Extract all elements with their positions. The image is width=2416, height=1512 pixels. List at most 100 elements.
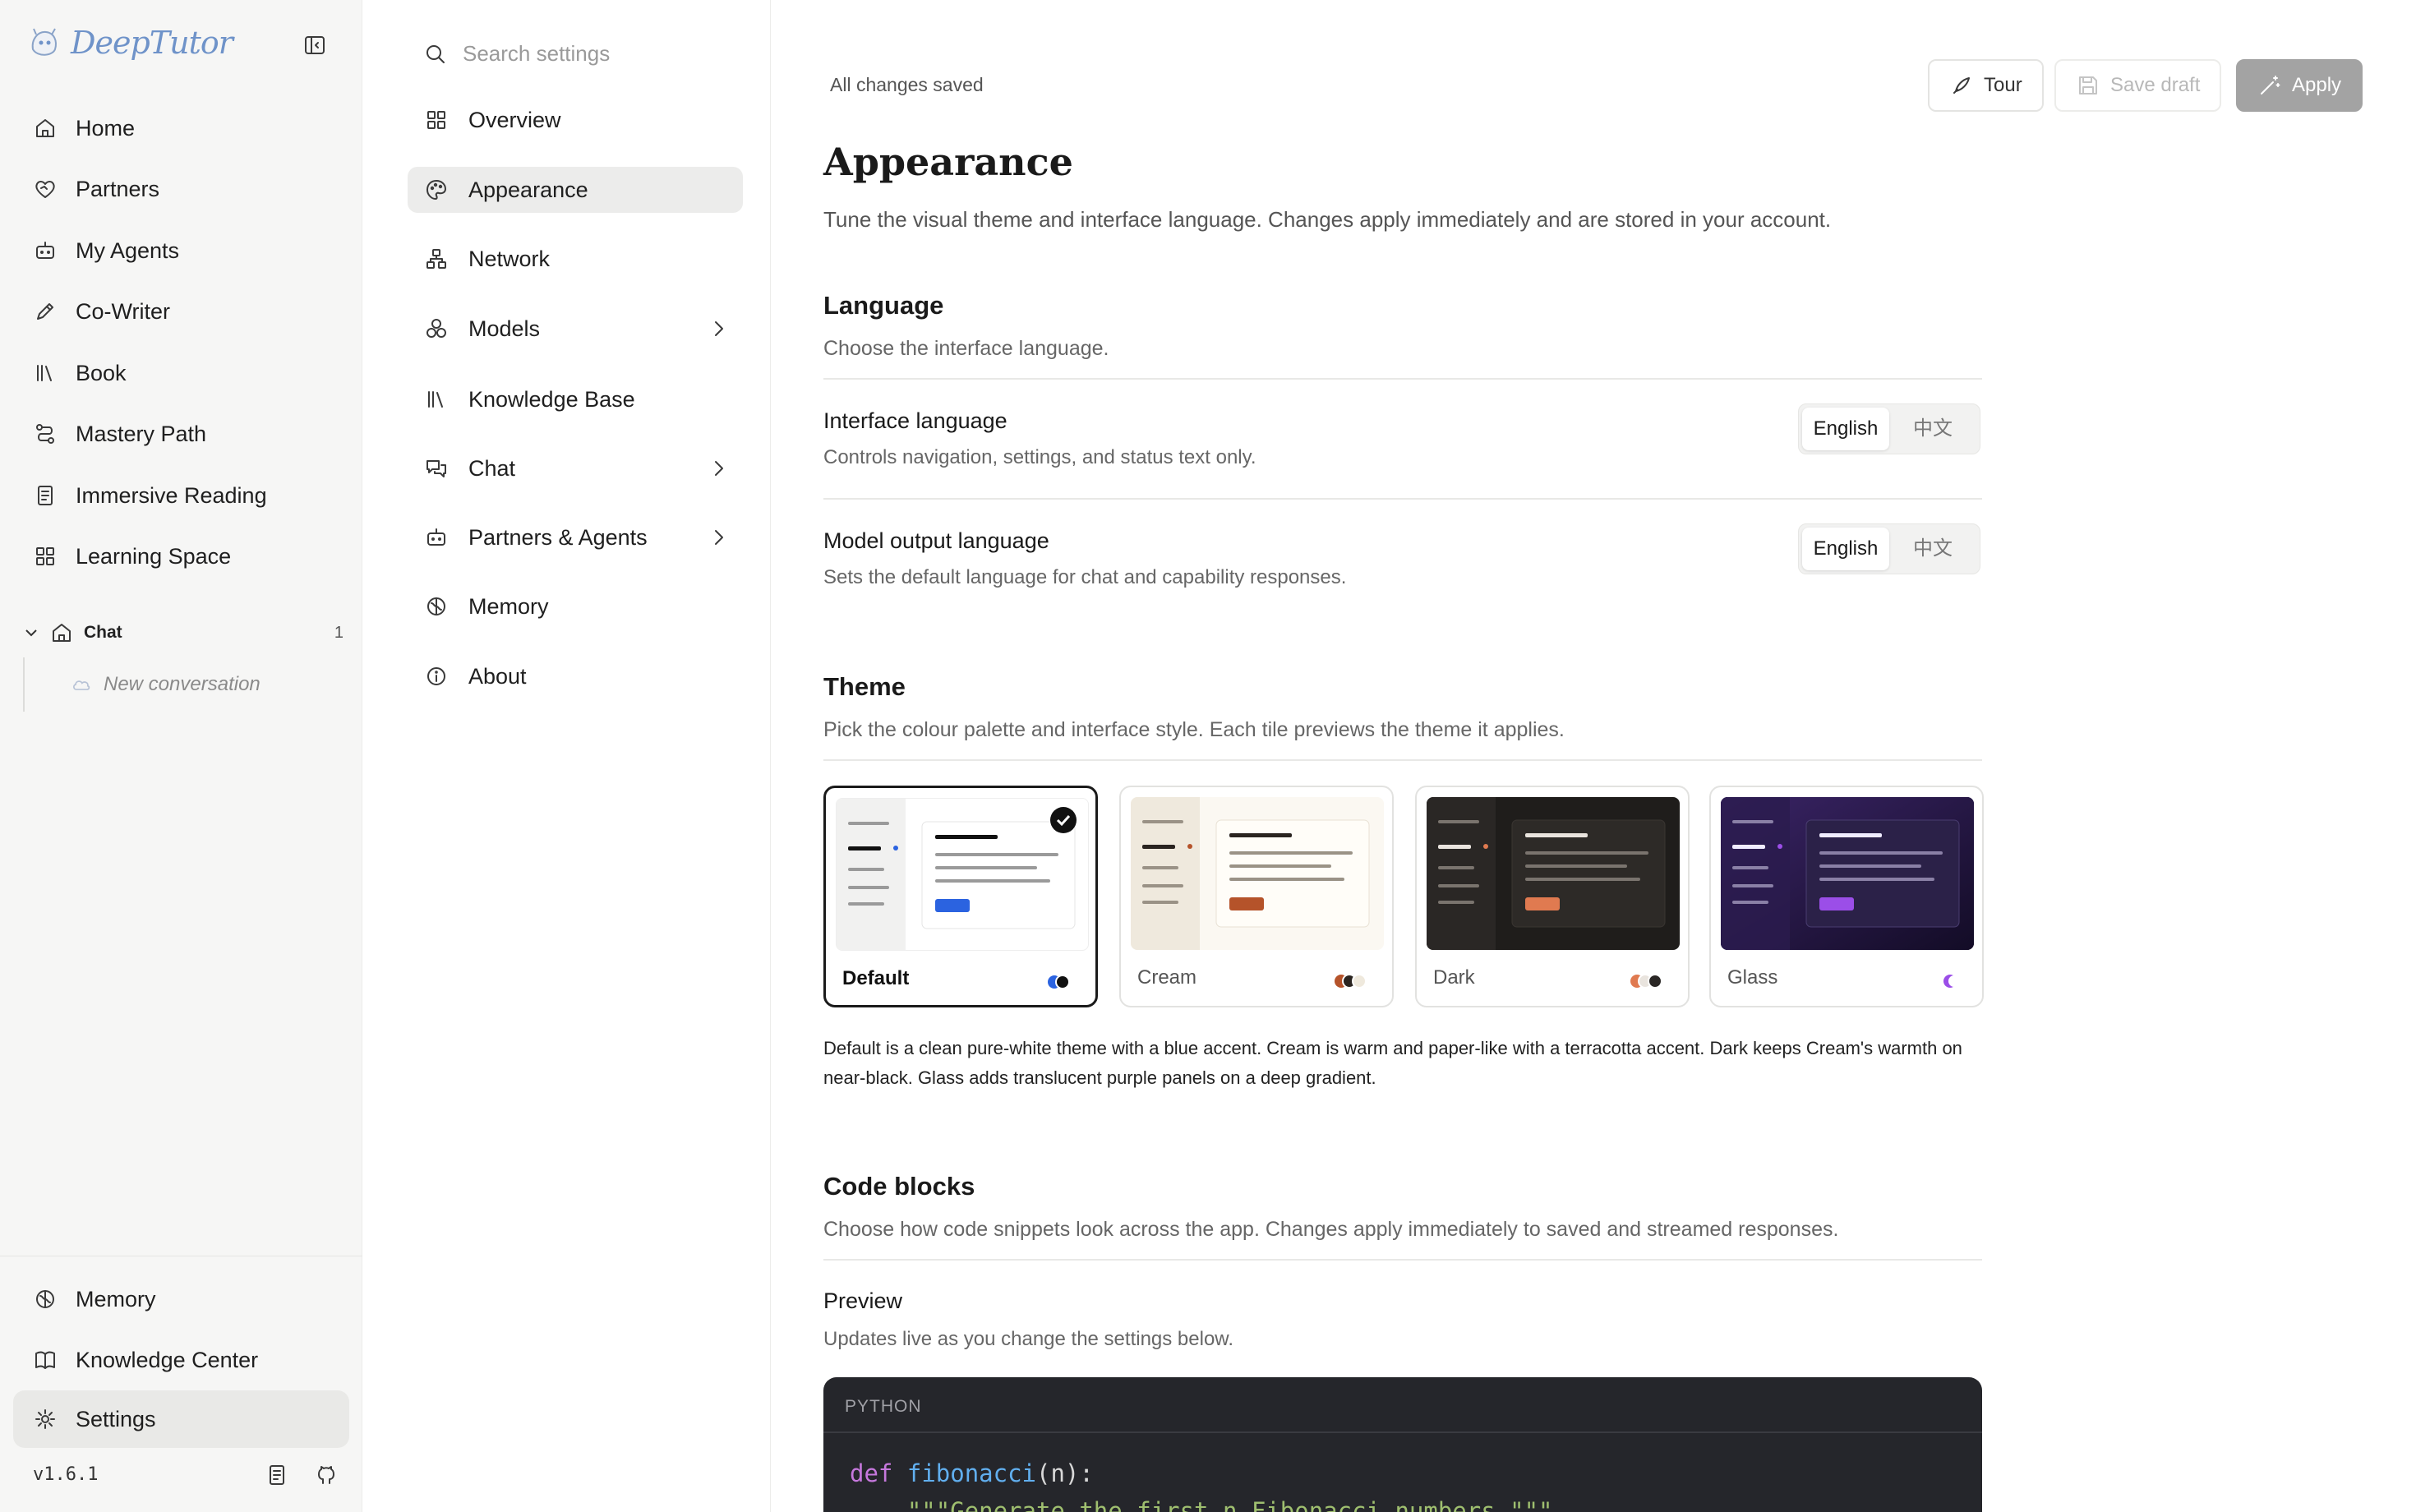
theme-name: Dark [1433,966,1475,989]
theme-name: Cream [1137,966,1197,989]
docs-button[interactable] [265,1463,289,1487]
collapse-sidebar-button[interactable] [302,33,330,61]
divider [823,759,1982,761]
brand-logo[interactable]: DeepTutor [26,25,233,61]
option-chinese[interactable]: 中文 [1889,408,1976,450]
bot-icon [36,242,54,259]
settings-tab-about[interactable]: About [408,653,743,699]
nav-label: Mastery Path [76,421,207,446]
theme-name: Glass [1727,966,1778,989]
nav-home[interactable]: Home [13,99,349,157]
settings-tab-label: Partners & Agents [468,524,648,550]
settings-tab-knowledge-base[interactable]: Knowledge Base [408,376,743,422]
pen-icon [37,303,53,320]
settings-tab-overview[interactable]: Overview [408,97,743,143]
save-draft-button[interactable]: Save draft [2054,59,2222,112]
settings-search[interactable]: Search settings [423,41,610,67]
tour-button[interactable]: Tour [1928,59,2044,112]
nav-partners[interactable]: Partners [13,160,349,218]
grid-icon [36,547,54,565]
conversation-item[interactable]: New conversation [23,657,343,712]
interface-language-label: Interface language [823,408,1007,433]
page-subtitle: Tune the visual theme and interface lang… [823,207,1832,232]
settings-nav: Search settings Overview Appearance Netw… [362,0,771,1512]
cubes-icon [426,319,446,338]
nav-knowledge-center[interactable]: Knowledge Center [13,1331,349,1389]
model-output-language-toggle[interactable]: English 中文 [1798,523,1980,574]
model-output-language-help: Sets the default language for chat and c… [823,566,1347,588]
nav-label: Immersive Reading [76,482,267,508]
nav-settings[interactable]: Settings [13,1390,349,1448]
settings-tab-label: About [468,663,527,689]
conversation-title: New conversation [104,673,261,695]
theme-preview [1721,797,1974,950]
tour-label: Tour [1984,74,2022,96]
settings-content: All changes saved Tour Save draft Apply … [771,0,2416,1512]
route-icon [36,424,54,444]
settings-tab-network[interactable]: Network [408,236,743,282]
option-chinese[interactable]: 中文 [1889,528,1976,570]
nav-memory[interactable]: Memory [13,1270,349,1328]
heart-handshake-icon [35,181,55,198]
code-blocks-section-title: Code blocks [823,1172,975,1201]
settings-tab-partners-agents[interactable]: Partners & Agents [408,514,743,560]
nav-co-writer[interactable]: Co-Writer [13,283,349,340]
code-docstring: """Generate the first n Fibonacci number… [850,1497,1553,1512]
brand-name: DeepTutor [71,25,233,61]
theme-preview [1131,797,1384,950]
settings-tab-chat[interactable]: Chat [408,445,743,491]
option-english[interactable]: English [1802,408,1889,450]
document-icon [270,1465,284,1485]
theme-tile-dark[interactable]: Dark [1415,786,1690,1007]
divider [823,1259,1982,1261]
nav-immersive-reading[interactable]: Immersive Reading [13,467,349,524]
cloud-icon [73,680,90,690]
chevron-right-icon [715,530,723,545]
code-keyword: def [850,1459,893,1487]
interface-language-toggle[interactable]: English 中文 [1798,403,1980,454]
settings-tab-models[interactable]: Models [408,306,743,352]
search-input[interactable]: Search settings [463,41,610,67]
theme-section-desc: Pick the colour palette and interface st… [823,718,1565,741]
chevron-down-icon [25,629,37,637]
theme-tile-glass[interactable]: Glass [1709,786,1984,1007]
theme-section-title: Theme [823,672,906,701]
library-icon [37,365,52,381]
option-english[interactable]: English [1802,528,1889,570]
apply-button[interactable]: Apply [2236,59,2363,112]
nav-learning-space[interactable]: Learning Space [13,528,349,585]
palette-icon [426,180,446,200]
nav-label: Knowledge Center [76,1347,259,1372]
nav-book[interactable]: Book [13,344,349,402]
preview-desc: Updates live as you change the settings … [823,1328,1233,1350]
book-open-icon [35,1351,55,1369]
palette-swatch-icon [1335,974,1367,989]
grid-icon [427,111,445,129]
network-icon [426,249,446,269]
language-section-desc: Choose the interface language. [823,337,1109,360]
settings-tab-label: Overview [468,107,561,132]
nav-label: My Agents [76,237,180,263]
nav-mastery-path[interactable]: Mastery Path [13,405,349,463]
theme-tile-cream[interactable]: Cream [1119,786,1394,1007]
home-icon [36,119,54,137]
github-button[interactable] [314,1463,339,1487]
nav-label: Settings [76,1406,156,1431]
settings-tab-memory[interactable]: Memory [408,583,743,629]
nav-label: Book [76,360,127,385]
chat-history-group[interactable]: Chat 1 [23,620,343,645]
brain-icon [36,1290,54,1308]
gear-icon [35,1409,55,1429]
nav-my-agents[interactable]: My Agents [13,222,349,279]
info-icon [427,667,445,685]
github-icon [318,1466,334,1484]
panel-left-icon [305,36,325,54]
palette-swatch-icon [1048,975,1070,989]
save-draft-label: Save draft [2110,74,2201,96]
preview-title: Preview [823,1288,903,1313]
save-icon [2079,76,2097,94]
settings-tab-label: Knowledge Base [468,386,635,412]
settings-tab-appearance[interactable]: Appearance [408,167,743,213]
theme-tile-default[interactable]: Default [823,786,1098,1007]
language-section-title: Language [823,291,944,320]
